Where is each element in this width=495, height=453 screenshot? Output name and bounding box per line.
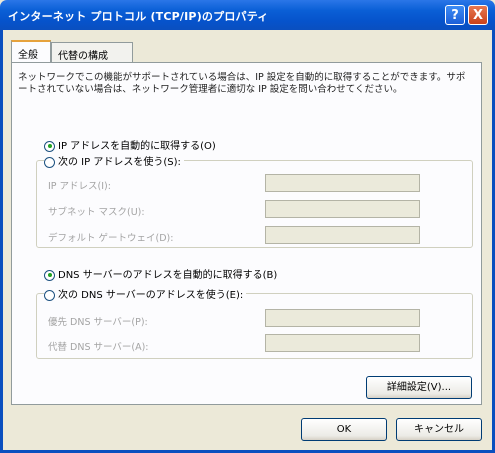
dns-manual-option[interactable]: 次の DNS サーバーのアドレスを使う(E): (44, 286, 247, 301)
ip-address-field[interactable] (265, 174, 420, 192)
ip-auto-radio[interactable] (44, 140, 55, 152)
ip-auto-option[interactable]: IP アドレスを自動的に取得する(O) (44, 137, 216, 152)
preferred-dns-field[interactable] (265, 309, 420, 327)
description-text: ネットワークでこの機能がサポートされている場合は、IP 設定を自動的に取得するこ… (18, 72, 466, 95)
default-gateway-label: デフォルト ゲートウェイ(D): (48, 233, 174, 244)
subnet-mask-field[interactable] (265, 200, 420, 218)
ip-manual-label: 次の IP アドレスを使う(S): (58, 157, 181, 168)
dns-manual-radio[interactable] (44, 289, 55, 301)
default-gateway-field[interactable] (265, 226, 420, 244)
dns-auto-option[interactable]: DNS サーバーのアドレスを自動的に取得する(B) (44, 266, 277, 281)
ip-manual-radio[interactable] (44, 156, 55, 168)
ok-button[interactable]: OK (301, 418, 387, 441)
help-button[interactable]: ? (445, 5, 465, 25)
tab-general[interactable]: 全般 (11, 40, 51, 62)
ip-auto-label: IP アドレスを自動的に取得する(O) (58, 141, 216, 152)
subnet-mask-label: サブネット マスク(U): (48, 207, 145, 218)
ip-manual-option[interactable]: 次の IP アドレスを使う(S): (44, 153, 184, 168)
title-bar[interactable]: インターネット プロトコル (TCP/IP)のプロパティ ? X (0, 0, 495, 30)
dns-auto-label: DNS サーバーのアドレスを自動的に取得する(B) (58, 270, 278, 281)
close-button[interactable]: X (468, 5, 488, 25)
alternate-dns-field[interactable] (265, 334, 420, 352)
window-title: インターネット プロトコル (TCP/IP)のプロパティ (8, 10, 269, 23)
alternate-dns-label: 代替 DNS サーバー(A): (48, 342, 149, 353)
dns-auto-radio[interactable] (44, 269, 55, 281)
advanced-button[interactable]: 詳細設定(V)... (366, 376, 472, 399)
dns-manual-label: 次の DNS サーバーのアドレスを使う(E): (58, 290, 244, 301)
cancel-button[interactable]: キャンセル (396, 418, 482, 441)
ip-address-label: IP アドレス(I): (48, 181, 111, 192)
preferred-dns-label: 優先 DNS サーバー(P): (48, 317, 148, 328)
tab-alternate-config[interactable]: 代替の構成 (51, 42, 133, 62)
